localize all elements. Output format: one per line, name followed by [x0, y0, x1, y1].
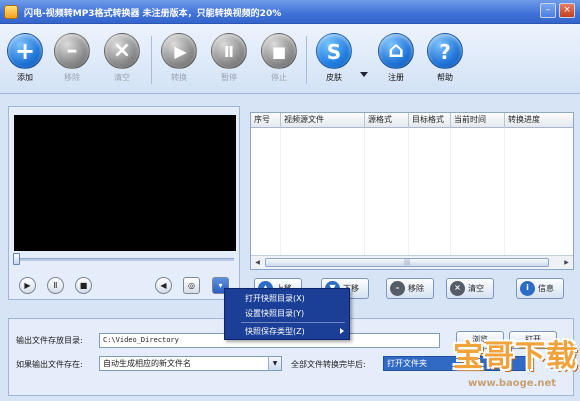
help-label: 帮助 — [437, 73, 453, 82]
folder-icon: ▾ — [218, 281, 223, 290]
column-header-source-format[interactable]: 源格式 — [365, 113, 409, 128]
scrollbar-thumb[interactable]: ||| — [265, 258, 549, 267]
file-exists-select[interactable]: 自动生成相应的新文件名 ▼ — [99, 356, 282, 371]
file-exists-value: 自动生成相应的新文件名 — [103, 359, 191, 368]
convert-button[interactable]: ▶ 转换 — [159, 33, 199, 91]
column-header-progress[interactable]: 转换进度 — [505, 113, 573, 128]
column-header-source-file[interactable]: 视频源文件 — [281, 113, 365, 128]
column-header-current-time[interactable]: 当前时间 — [451, 113, 505, 128]
speaker-icon: ◀ — [160, 281, 167, 290]
title-bar: 闪电-视频转MP3格式转换器 未注册版本，只能转换视频的20% – × — [0, 0, 580, 24]
list-remove-label: 移除 — [408, 284, 424, 293]
clear-icon: × — [104, 33, 140, 69]
column-divider — [364, 128, 365, 256]
add-label: 添加 — [17, 73, 33, 82]
close-button[interactable]: × — [559, 3, 575, 18]
stop-button[interactable]: ■ 停止 — [259, 33, 299, 91]
player-stop-button[interactable]: ■ — [75, 277, 92, 294]
column-header-target-format[interactable]: 目标格式 — [409, 113, 451, 128]
pause-button[interactable]: Ⅱ 暂停 — [209, 33, 249, 91]
register-label: 注册 — [388, 73, 404, 82]
camera-icon: ◎ — [188, 281, 195, 290]
minimize-button[interactable]: – — [540, 3, 556, 18]
column-header-index[interactable]: 序号 — [251, 113, 281, 128]
player-play-button[interactable]: ▶ — [19, 277, 36, 294]
menu-item-set-snapshot-dir[interactable]: 设置快照目录(Y) — [225, 306, 349, 321]
column-divider — [408, 128, 409, 256]
skin-icon: S — [316, 33, 352, 69]
app-icon — [4, 5, 18, 19]
file-list-table[interactable]: 序号 视频源文件 源格式 目标格式 当前时间 转换进度 ◀ ||| ▶ — [250, 112, 574, 270]
home-icon: ⌂ — [378, 33, 414, 69]
stop-icon: ■ — [79, 281, 88, 290]
table-header: 序号 视频源文件 源格式 目标格式 当前时间 转换进度 — [251, 113, 573, 128]
register-button[interactable]: ⌂ 注册 — [376, 33, 416, 91]
clear-button[interactable]: × 清空 — [102, 33, 142, 91]
help-button[interactable]: ? 帮助 — [425, 33, 465, 91]
minus-icon: – — [54, 33, 90, 69]
skin-button[interactable]: S 皮肤 — [314, 33, 354, 91]
add-button[interactable]: + 添加 — [5, 33, 45, 91]
menu-separator — [241, 322, 345, 323]
remove-button[interactable]: – 移除 — [52, 33, 92, 91]
info-icon: i — [520, 281, 535, 296]
snapshot-type-label: 快照保存类型(Z) — [245, 327, 305, 336]
convert-label: 转换 — [171, 73, 187, 82]
remove-label: 移除 — [64, 73, 80, 82]
column-divider — [280, 128, 281, 256]
minus-icon: – — [390, 281, 405, 296]
chevron-down-icon: ▼ — [268, 357, 281, 370]
pause-icon: Ⅱ — [211, 33, 247, 69]
column-divider — [450, 128, 451, 256]
column-divider — [504, 128, 505, 256]
snapshot-context-menu: 打开快照目录(X) 设置快照目录(Y) 快照保存类型(Z) — [224, 288, 350, 340]
window-title: 闪电-视频转MP3格式转换器 未注册版本，只能转换视频的20% — [24, 9, 282, 19]
skin-label: 皮肤 — [326, 73, 342, 82]
info-label: 信息 — [538, 284, 554, 293]
list-clear-label: 清空 — [468, 284, 484, 293]
info-button[interactable]: i 信息 — [516, 278, 564, 299]
after-convert-value: 打开文件夹 — [387, 359, 427, 368]
after-convert-label: 全部文件转换完毕后: — [291, 360, 366, 369]
toolbar-separator — [306, 36, 307, 84]
skin-dropdown-arrow-icon[interactable] — [360, 72, 368, 77]
player-panel: ▶ Ⅱ ■ ◀ ◎ ▾ — [8, 106, 240, 300]
play-icon: ▶ — [161, 33, 197, 69]
player-pause-button[interactable]: Ⅱ — [47, 277, 64, 294]
watermark-logo: 宝哥下载 — [453, 339, 577, 374]
help-icon: ? — [427, 33, 463, 69]
output-dir-label: 输出文件存放目录: — [16, 336, 83, 345]
volume-button[interactable]: ◀ — [155, 277, 172, 294]
menu-item-open-snapshot-dir[interactable]: 打开快照目录(X) — [225, 291, 349, 306]
scroll-left-icon[interactable]: ◀ — [252, 258, 263, 267]
snapshot-button[interactable]: ◎ — [183, 277, 200, 294]
scroll-right-icon[interactable]: ▶ — [561, 258, 572, 267]
file-exists-label: 如果输出文件存在: — [16, 360, 83, 369]
stop-icon: ■ — [261, 33, 297, 69]
seek-thumb[interactable] — [13, 253, 20, 265]
plus-icon: + — [7, 33, 43, 69]
play-icon: ▶ — [24, 281, 31, 290]
pause-icon: Ⅱ — [53, 281, 58, 290]
video-preview — [14, 115, 236, 251]
list-remove-button[interactable]: – 移除 — [386, 278, 434, 299]
submenu-arrow-icon — [340, 328, 344, 334]
list-clear-button[interactable]: × 清空 — [446, 278, 494, 299]
toolbar: + 添加 – 移除 × 清空 ▶ 转换 Ⅱ 暂停 ■ 停止 S 皮肤 ⌂ 注册 … — [0, 24, 580, 94]
pause-label: 暂停 — [221, 73, 237, 82]
seek-bar[interactable] — [16, 258, 234, 261]
clear-label: 清空 — [114, 73, 130, 82]
horizontal-scrollbar[interactable]: ◀ ||| ▶ — [251, 255, 573, 269]
watermark-url: www.baoge.net — [468, 378, 557, 389]
toolbar-separator — [151, 36, 152, 84]
clear-icon: × — [450, 281, 465, 296]
menu-item-snapshot-type[interactable]: 快照保存类型(Z) — [225, 324, 349, 339]
stop-label: 停止 — [271, 73, 287, 82]
